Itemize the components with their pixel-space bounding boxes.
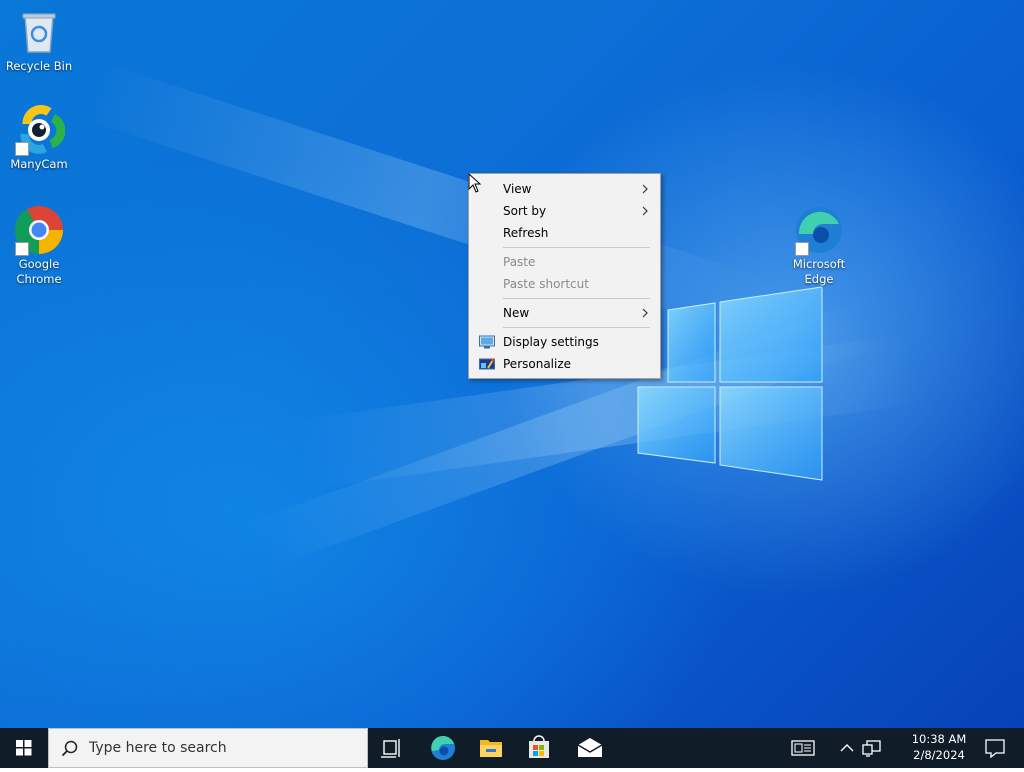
personalize-icon: [479, 358, 495, 370]
action-center-button[interactable]: [978, 728, 1012, 768]
google-chrome-label: Google Chrome: [16, 257, 62, 286]
desktop[interactable]: Recycle Bin ManyCam Google Chrome Micros…: [0, 0, 1024, 728]
clock-date: 2/8/2024: [913, 748, 965, 762]
edge-icon: [431, 735, 455, 760]
recycle-bin-icon: [22, 13, 56, 53]
menu-separator: [503, 327, 650, 328]
desktop-icon-google-chrome[interactable]: Google Chrome: [0, 204, 78, 287]
network-icon: [862, 740, 881, 757]
display-icon: [479, 335, 495, 349]
shortcut-arrow-icon: [795, 242, 809, 256]
taskbar-search-box[interactable]: Type here to search: [48, 728, 368, 768]
desktop-icon-manycam[interactable]: ManyCam: [0, 104, 78, 172]
taskbar-mail-button[interactable]: [566, 728, 614, 768]
network-status-button[interactable]: [858, 728, 886, 768]
menu-item-new-label: New: [503, 306, 530, 320]
chevron-right-icon: [642, 184, 648, 194]
chevron-up-icon: [840, 744, 854, 752]
menu-item-paste-shortcut-label: Paste shortcut: [503, 277, 589, 291]
desktop-icon-microsoft-edge[interactable]: Microsoft Edge: [780, 204, 858, 287]
menu-item-personalize[interactable]: Personalize: [469, 353, 660, 375]
menu-item-sort-by-label: Sort by: [503, 204, 547, 218]
menu-item-display-settings[interactable]: Display settings: [469, 331, 660, 353]
show-hidden-icons-button[interactable]: [836, 728, 858, 768]
menu-item-view[interactable]: View: [469, 178, 660, 200]
menu-item-paste-label: Paste: [503, 255, 536, 269]
chevron-right-icon: [642, 206, 648, 216]
clock-time: 10:38 AM: [911, 732, 967, 746]
news-and-interests-button[interactable]: [786, 728, 820, 768]
mail-icon: [577, 738, 603, 757]
windows-start-icon: [16, 740, 32, 756]
desktop-context-menu: View Sort by Refresh Paste Paste shortcu…: [468, 173, 661, 379]
taskbar-clock[interactable]: 10:38 AM 2/8/2024: [900, 731, 978, 763]
menu-item-display-settings-label: Display settings: [503, 335, 599, 349]
menu-item-sort-by[interactable]: Sort by: [469, 200, 660, 222]
news-icon: [791, 740, 815, 756]
menu-item-refresh-label: Refresh: [503, 226, 549, 240]
menu-item-new[interactable]: New: [469, 302, 660, 324]
chevron-right-icon: [642, 308, 648, 318]
menu-separator: [503, 298, 650, 299]
taskbar-edge-button[interactable]: [420, 728, 466, 768]
store-icon: [529, 735, 549, 758]
menu-item-paste-shortcut: Paste shortcut: [469, 273, 660, 295]
manycam-label: ManyCam: [10, 157, 68, 171]
menu-item-refresh[interactable]: Refresh: [469, 222, 660, 244]
mouse-cursor-icon: [468, 173, 482, 193]
search-placeholder: Type here to search: [89, 740, 227, 756]
task-view-button[interactable]: [370, 728, 414, 768]
microsoft-edge-label: Microsoft Edge: [792, 257, 846, 286]
notification-icon: [985, 739, 1005, 759]
shortcut-arrow-icon: [15, 142, 29, 156]
shortcut-arrow-icon: [15, 242, 29, 256]
taskbar-store-button[interactable]: [516, 728, 562, 768]
search-icon: [61, 740, 78, 757]
task-view-icon: [381, 739, 400, 758]
recycle-bin-label: Recycle Bin: [5, 59, 73, 73]
menu-item-view-label: View: [503, 182, 532, 196]
desktop-icon-recycle-bin[interactable]: Recycle Bin: [0, 6, 78, 74]
menu-item-personalize-label: Personalize: [503, 357, 572, 371]
taskbar-file-explorer-button[interactable]: [468, 728, 514, 768]
menu-separator: [503, 247, 650, 248]
taskbar: Type here to search 10:38 AM 2/8/2024: [0, 728, 1024, 768]
menu-item-paste: Paste: [469, 251, 660, 273]
start-button[interactable]: [0, 728, 48, 768]
file-explorer-icon: [480, 740, 502, 757]
